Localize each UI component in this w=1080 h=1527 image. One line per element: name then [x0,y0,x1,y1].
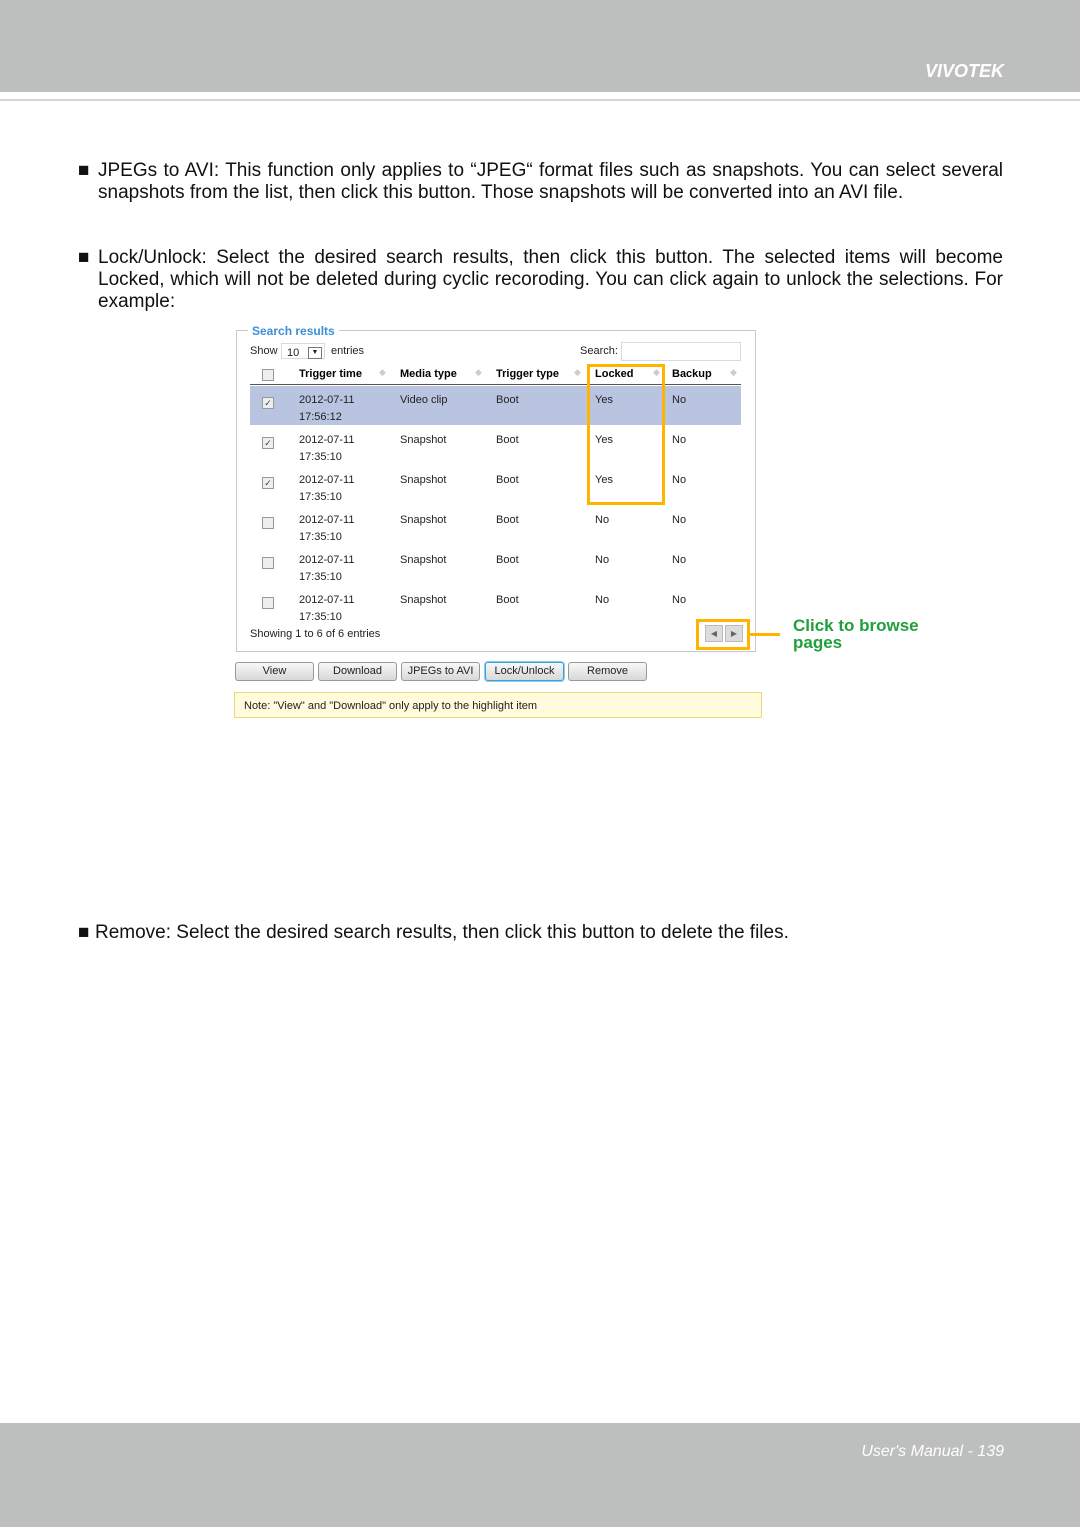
date: 2012-07-11 [299,434,355,446]
row-checkbox[interactable]: ✓ [262,477,274,489]
search-label: Search: [580,345,618,357]
page-header [0,0,1080,92]
divider [0,99,1080,101]
trigger-time: 2012-07-11 17:35:10 [299,592,354,626]
paragraph-lock-unlock: ■ Lock/Unlock: Select the desired search … [78,247,1003,313]
sort-icon[interactable]: ◆ [574,367,581,378]
text: JPEGs to AVI: This function only applies… [98,160,1003,203]
text: Remove: Select the desired search result… [95,922,789,943]
row-checkbox[interactable]: ✓ [262,437,274,449]
trigger-time: 2012-07-11 17:35:10 [299,432,354,466]
trigger-time: 2012-07-11 17:35:10 [299,512,354,546]
show-label: Show [250,345,278,357]
cell-backup: No [672,594,687,606]
row-checkbox[interactable] [262,597,274,609]
time: 17:56:12 [299,411,342,423]
cell-media: Snapshot [400,554,447,566]
sort-icon[interactable]: ◆ [730,367,737,378]
cell-trigger: Boot [496,554,519,566]
locked-column-highlight [587,364,665,505]
column-header[interactable]: Trigger time [299,368,362,380]
time: 17:35:10 [299,531,342,543]
trigger-time: 2012-07-11 17:35:10 [299,472,354,506]
showing-info: Showing 1 to 6 of 6 entries [250,628,381,640]
sort-icon[interactable]: ◆ [379,367,386,378]
row-checkbox[interactable]: ✓ [262,397,274,409]
time: 17:35:10 [299,491,342,503]
column-header[interactable]: Backup [672,368,712,380]
row-checkbox[interactable] [262,517,274,529]
header-divider [250,384,741,385]
callout-line [750,633,780,636]
entries-select[interactable]: 10 ▼ [281,343,325,359]
trigger-time: 2012-07-11 17:35:10 [299,552,354,586]
cell-media: Video clip [400,394,448,406]
page-footer [0,1423,1080,1527]
pagination-highlight [696,619,750,650]
cell-locked: No [595,554,610,566]
search-input[interactable] [621,342,741,361]
date: 2012-07-11 [299,514,355,526]
jpegs-to-avi-button[interactable]: JPEGs to AVI [401,662,480,681]
cell-media: Snapshot [400,514,447,526]
entries-label: entries [331,345,365,357]
cell-backup: No [672,514,687,526]
cell-media: Snapshot [400,594,447,606]
text: Lock/Unlock: Select the desired search r… [98,247,1003,312]
cell-trigger: Boot [496,594,519,606]
cell-backup: No [672,474,687,486]
cell-locked: No [595,514,610,526]
paragraph-remove: ■ Remove: Select the desired search resul… [78,922,1003,944]
time: 17:35:10 [299,451,342,463]
select-all-checkbox[interactable] [262,369,274,381]
cell-trigger: Boot [496,394,519,406]
brand-logo: VIVOTEK [924,61,1004,81]
page-number: User's Manual - 139 [861,1443,1004,1460]
cell-locked: No [595,594,610,606]
bullet: ■ [78,160,90,181]
cell-media: Snapshot [400,434,447,446]
cell-trigger: Boot [496,514,519,526]
cell-backup: No [672,434,687,446]
trigger-time: 2012-07-11 17:56:12 [299,392,354,426]
date: 2012-07-11 [299,474,355,486]
panel-legend: Search results [248,324,339,338]
date: 2012-07-11 [299,554,355,566]
cell-media: Snapshot [400,474,447,486]
callout-text: Click to browse pages [793,616,919,652]
chevron-down-icon: ▼ [308,347,322,359]
paragraph-jpegs-to-avi: ■ JPEGs to AVI: This function only applie… [78,160,1003,204]
time: 17:35:10 [299,571,342,583]
cell-trigger: Boot [496,434,519,446]
cell-backup: No [672,554,687,566]
row-checkbox[interactable] [262,557,274,569]
date: 2012-07-11 [299,594,355,606]
bullet: ■ [78,922,90,943]
date: 2012-07-11 [299,394,355,406]
note-box: Note: "View" and "Download" only apply t… [234,692,762,718]
lock-unlock-button[interactable]: Lock/Unlock [485,662,564,681]
column-header[interactable]: Trigger type [496,368,559,380]
entries-value: 10 [287,347,300,359]
remove-button[interactable]: Remove [568,662,647,681]
bullet: ■ [78,247,90,268]
time: 17:35:10 [299,611,342,623]
cell-trigger: Boot [496,474,519,486]
view-button[interactable]: View [235,662,314,681]
column-header[interactable]: Media type [400,368,457,380]
sort-icon[interactable]: ◆ [475,367,482,378]
cell-backup: No [672,394,687,406]
download-button[interactable]: Download [318,662,397,681]
